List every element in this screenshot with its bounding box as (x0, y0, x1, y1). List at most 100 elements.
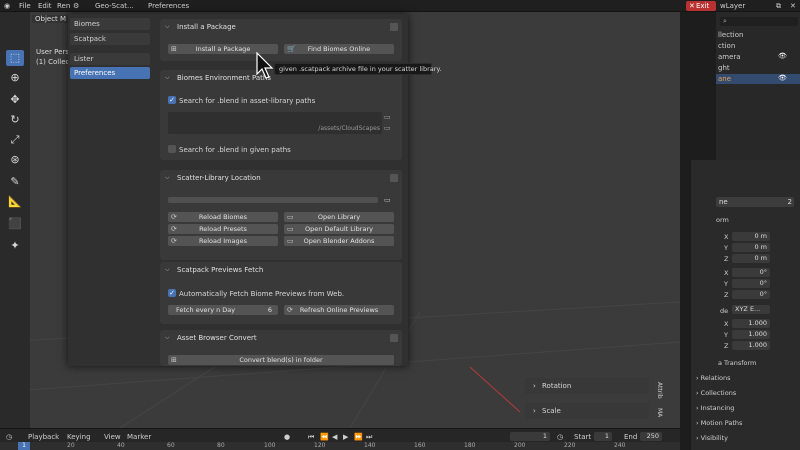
rotation-y-field[interactable]: 0° (732, 279, 770, 288)
object-mode-select[interactable]: Object M (32, 15, 70, 23)
instancing-section[interactable]: › Instancing (696, 404, 734, 412)
scale-y-field[interactable]: 1.000 (732, 330, 770, 339)
annotate-icon[interactable]: ✎ (6, 174, 24, 190)
view-layer-name[interactable]: wLayer (720, 2, 745, 10)
outliner-collection[interactable]: llection (718, 31, 743, 39)
object-name-field[interactable]: ne 2 (716, 197, 794, 207)
scale-z-field[interactable]: 1.000 (732, 341, 770, 350)
library-header[interactable]: ⌵ Scatter-Library Location (160, 170, 402, 186)
refresh-previews-button[interactable]: ⟳ Refresh Online Previews (284, 305, 394, 315)
scale-icon[interactable]: ⤢ (6, 132, 24, 148)
paths-list[interactable]: /assets/CloudScapes (168, 112, 382, 134)
reload-biomes-button[interactable]: ⟳ Reload Biomes (168, 212, 278, 222)
jump-start-icon[interactable]: ⏮ (308, 433, 314, 442)
prev-key-icon[interactable]: ⏪ (320, 433, 329, 441)
rotation-mode-select[interactable]: XYZ E... (732, 305, 770, 314)
relations-section[interactable]: › Relations (696, 374, 731, 382)
keying-menu[interactable]: Keying (67, 433, 91, 441)
timeline-ruler[interactable]: 20 40 60 80 100 120 140 160 180 200 220 … (0, 442, 680, 450)
scale-panel[interactable]: › Scale (525, 403, 649, 419)
menu-edit[interactable]: Edit (38, 2, 52, 10)
drag-handle-icon[interactable] (390, 23, 398, 31)
start-frame-field[interactable]: 1 (594, 432, 612, 441)
search-given-checkbox[interactable] (168, 145, 176, 153)
delta-transform-header[interactable]: a Transform (718, 359, 756, 367)
nav-lister[interactable]: Lister (70, 53, 150, 65)
install-panel-header[interactable]: ⌵ Install a Package (160, 19, 402, 35)
menu-file[interactable]: File (19, 2, 31, 10)
chevron-down-icon: ⌵ (165, 74, 170, 81)
search-asset-checkbox[interactable]: ✓ (168, 96, 176, 104)
open-addons-button[interactable]: ▭ Open Blender Addons (284, 236, 394, 246)
record-icon[interactable]: ● (284, 433, 290, 441)
folder-icon[interactable]: ▭ (384, 124, 391, 132)
cursor-icon[interactable]: ⊕ (6, 70, 24, 86)
view-menu[interactable]: View (104, 433, 121, 441)
blender-logo-icon[interactable]: ◉ (4, 2, 10, 10)
folder-icon[interactable]: ▭ (384, 113, 391, 121)
next-key-icon[interactable]: ⏩ (354, 433, 363, 441)
previews-header[interactable]: ⌵ Scatpack Previews Fetch (160, 262, 402, 278)
transform-icon[interactable]: ⊛ (6, 152, 24, 168)
play-icon[interactable]: ▶ (343, 433, 348, 441)
auto-fetch-checkbox[interactable]: ✓ (168, 289, 176, 297)
nav-biomes[interactable]: Biomes (70, 18, 150, 30)
visibility-section[interactable]: › Visibility (696, 434, 728, 442)
drag-handle-icon[interactable] (390, 334, 398, 342)
transform-header[interactable]: orm (716, 216, 729, 224)
location-z-field[interactable]: 0 m (732, 254, 770, 263)
convert-blends-button[interactable]: ⊞ Convert blend(s) in folder (168, 355, 394, 365)
outliner-row[interactable]: ction (718, 42, 735, 50)
reload-images-button[interactable]: ⟳ Reload Images (168, 236, 278, 246)
outliner-row-selected[interactable]: ane (716, 74, 800, 84)
rotate-icon[interactable]: ↻ (6, 112, 24, 128)
play-reverse-icon[interactable]: ◀ (332, 433, 337, 441)
outliner-search-input[interactable]: ⌕ (720, 17, 798, 26)
location-x-field[interactable]: 0 m (732, 232, 770, 241)
end-frame-field[interactable]: 250 (640, 432, 662, 441)
library-path-field[interactable] (168, 197, 378, 203)
menu-render[interactable]: Ren (57, 2, 70, 10)
convert-header[interactable]: ⌵ Asset Browser Convert (160, 330, 402, 346)
side-tab-ma[interactable]: MA (656, 408, 663, 417)
select-box-icon[interactable]: ⬚ (6, 50, 24, 66)
nav-preferences[interactable]: Preferences (70, 67, 150, 79)
move-icon[interactable]: ✥ (6, 92, 24, 108)
motion-paths-section[interactable]: › Motion Paths (696, 419, 742, 427)
marker-menu[interactable]: Marker (127, 433, 151, 441)
open-default-library-button[interactable]: ▭ Open Default Library (284, 224, 394, 234)
rotation-panel[interactable]: › Rotation (525, 378, 649, 394)
visibility-label: Visibility (700, 434, 728, 442)
nav-scatpack[interactable]: Scatpack (70, 33, 150, 45)
rotation-x-field[interactable]: 0° (732, 268, 770, 277)
reload-presets-button[interactable]: ⟳ Reload Presets (168, 224, 278, 234)
exit-button[interactable]: ✕ Exit (686, 1, 716, 11)
copy-layer-icon[interactable]: ⧉ (776, 2, 781, 11)
folder-icon[interactable]: ▭ (384, 196, 391, 204)
menu-geoscatter[interactable]: Geo-Scat... (95, 2, 134, 10)
outliner-row[interactable]: amera (718, 53, 741, 61)
clock-icon[interactable]: ◷ (6, 433, 12, 441)
drag-handle-icon[interactable] (390, 174, 398, 182)
add-cube-icon[interactable]: ⬛ (6, 216, 24, 232)
location-y-field[interactable]: 0 m (732, 243, 770, 252)
close-layer-icon[interactable]: ✕ (790, 2, 796, 10)
collections-section[interactable]: › Collections (696, 389, 736, 397)
gear-icon[interactable]: ⚙ (73, 2, 79, 10)
scatter-tool-icon[interactable]: ✦ (6, 238, 24, 254)
current-frame-field[interactable]: 1 (510, 432, 550, 441)
measure-icon[interactable]: 📐 (6, 194, 24, 210)
eye-icon[interactable]: 👁 (778, 74, 787, 82)
scale-x-field[interactable]: 1.000 (732, 319, 770, 328)
eye-icon[interactable]: 👁 (778, 52, 787, 60)
side-tab-attrib[interactable]: Attrib (656, 382, 663, 399)
jump-end-icon[interactable]: ⏭ (366, 433, 372, 442)
current-frame-marker[interactable]: 1 (18, 442, 30, 450)
fetch-days-field[interactable]: Fetch every n Day 6 (168, 305, 278, 315)
rotation-z-field[interactable]: 0° (732, 290, 770, 299)
open-library-button[interactable]: ▭ Open Library (284, 212, 394, 222)
outliner: ⌕ llection ction amera ght ane 👁 👁 (716, 12, 800, 162)
playback-menu[interactable]: Playback (28, 433, 59, 441)
outliner-row[interactable]: ght (718, 64, 730, 72)
find-biomes-button[interactable]: 🛒 Find Biomes Online (284, 44, 394, 54)
